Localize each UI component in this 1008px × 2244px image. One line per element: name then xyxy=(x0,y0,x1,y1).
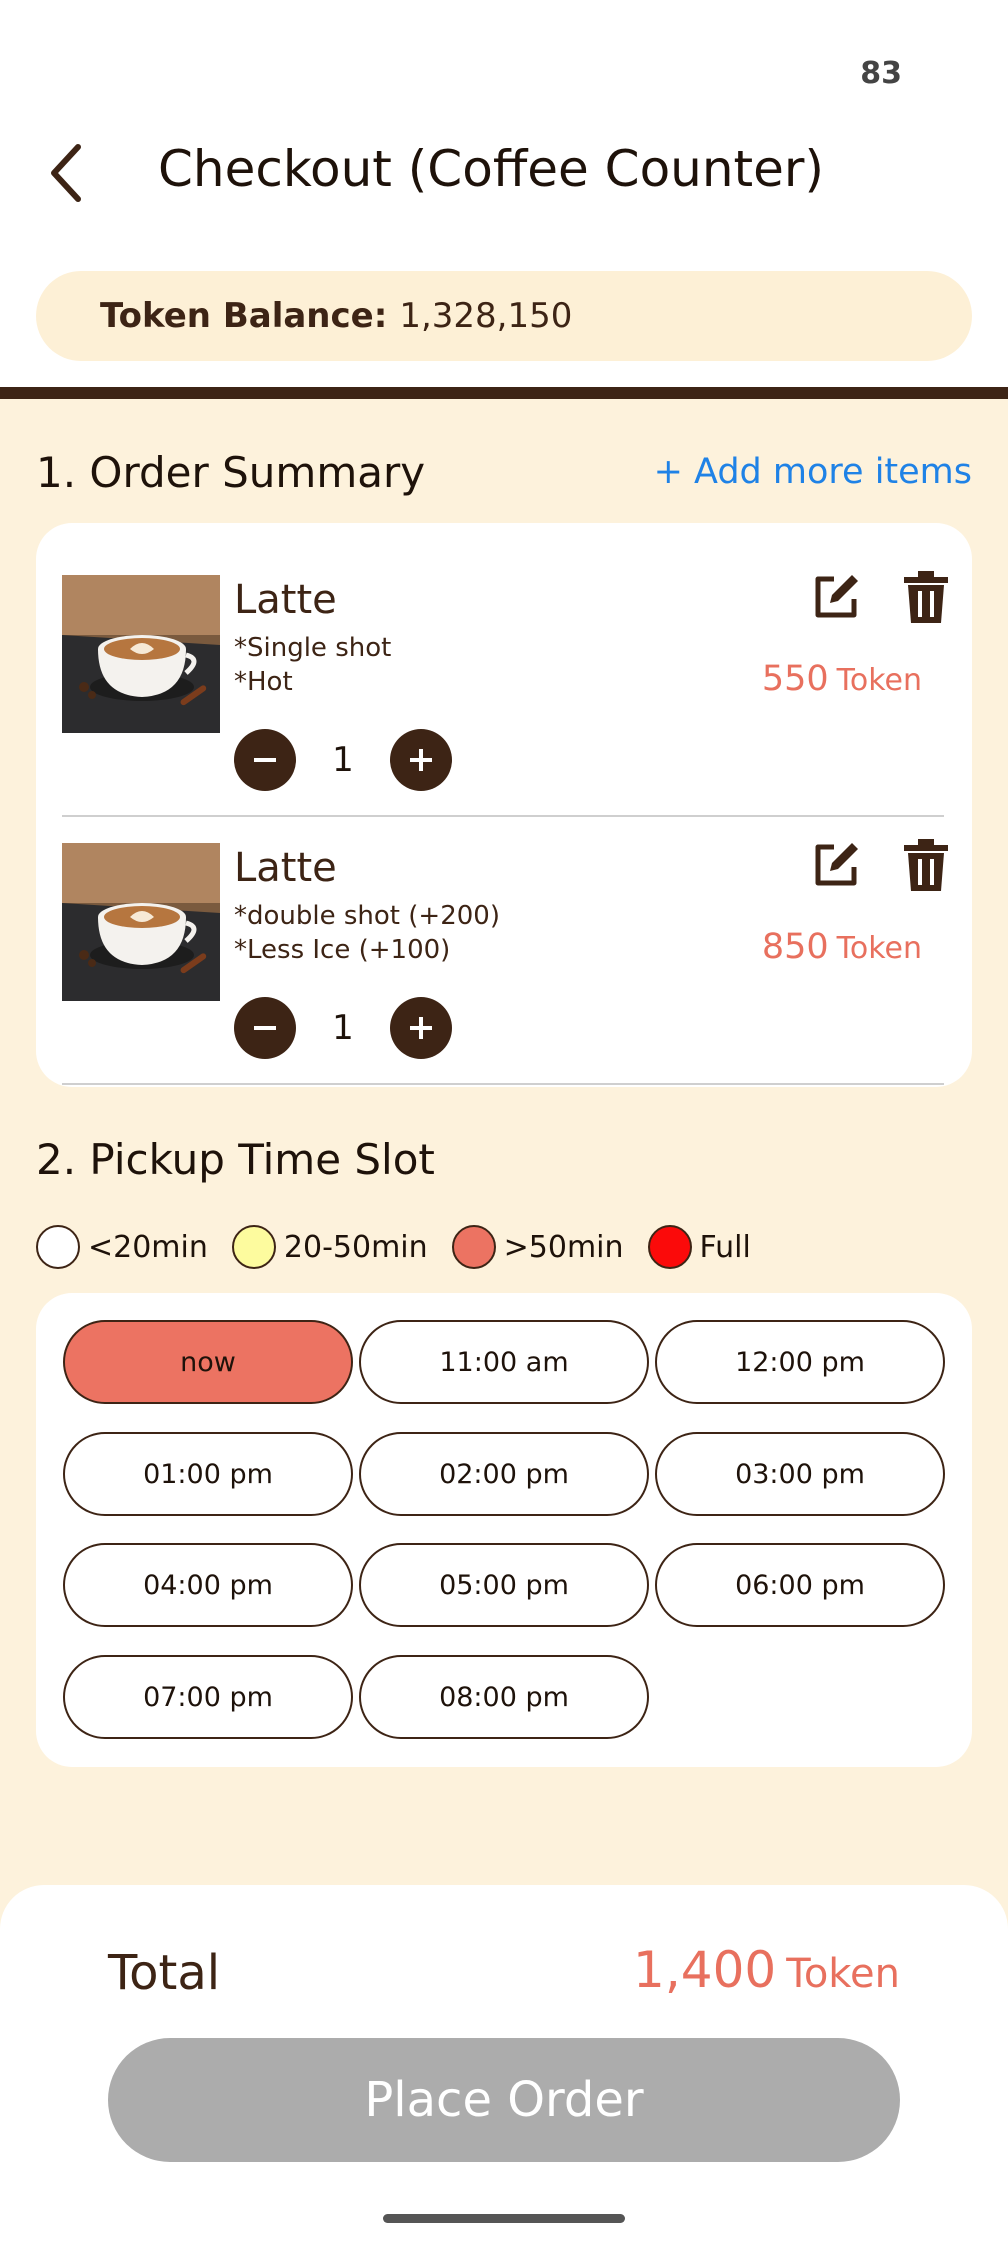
item-price-unit: Token xyxy=(836,931,922,966)
legend-dot xyxy=(647,1225,692,1269)
page-title: Checkout (Coffee Counter) xyxy=(158,140,824,198)
total-value: 1,400 Token xyxy=(633,1941,900,1999)
time-slot-now[interactable]: now xyxy=(63,1320,353,1404)
time-slot-0600pm[interactable]: 06:00 pm xyxy=(655,1543,945,1627)
time-slot-0400pm[interactable]: 04:00 pm xyxy=(63,1543,353,1627)
minus-icon xyxy=(254,1026,276,1030)
legend-dot xyxy=(231,1225,276,1269)
quantity-value: 1 xyxy=(332,1008,354,1048)
header-divider xyxy=(0,387,1008,399)
time-slot-0800pm[interactable]: 08:00 pm xyxy=(359,1655,649,1739)
home-indicator xyxy=(383,2214,625,2223)
item-price-unit: Token xyxy=(836,663,922,698)
order-item: Latte *Single shot *Hot 550 Token 1 xyxy=(62,549,948,817)
latte-image xyxy=(62,575,220,733)
order-summary-title: 1. Order Summary xyxy=(36,448,426,497)
latte-image xyxy=(62,843,220,1001)
chevron-left-icon xyxy=(51,144,81,202)
time-slot-0500pm[interactable]: 05:00 pm xyxy=(359,1543,649,1627)
time-slot-1100am[interactable]: 11:00 am xyxy=(359,1320,649,1404)
legend-item: <20min xyxy=(36,1225,208,1269)
time-slot-0700pm[interactable]: 07:00 pm xyxy=(63,1655,353,1739)
token-balance-label: Token Balance: xyxy=(100,296,388,336)
legend-label: >50min xyxy=(503,1229,624,1265)
item-price: 550 Token xyxy=(762,659,922,699)
status-battery: 83 xyxy=(860,56,902,91)
total-label: Total xyxy=(108,1945,221,2001)
pickup-time-title: 2. Pickup Time Slot xyxy=(36,1135,435,1184)
slot-legend: <20min 20-50min >50min Full xyxy=(36,1222,775,1272)
item-price-value: 850 xyxy=(761,927,829,967)
delete-item-button[interactable] xyxy=(900,837,952,893)
decrease-quantity-button[interactable] xyxy=(234,997,296,1059)
edit-item-button[interactable] xyxy=(808,837,864,893)
place-order-button[interactable]: Place Order xyxy=(108,2038,900,2162)
item-option: *Single shot xyxy=(234,633,392,663)
item-name: Latte xyxy=(234,845,337,891)
order-item: Latte *double shot (+200) *Less Ice (+10… xyxy=(62,817,948,1085)
plus-icon xyxy=(410,749,432,771)
time-slot-0100pm[interactable]: 01:00 pm xyxy=(63,1432,353,1516)
time-slot-1200pm[interactable]: 12:00 pm xyxy=(655,1320,945,1404)
minus-icon xyxy=(254,758,276,762)
back-button[interactable] xyxy=(36,138,96,208)
item-option: *double shot (+200) xyxy=(234,901,500,931)
legend-dot xyxy=(36,1225,80,1269)
time-slot-0300pm[interactable]: 03:00 pm xyxy=(655,1432,945,1516)
item-option: *Hot xyxy=(234,667,293,697)
legend-item: 20-50min xyxy=(231,1225,428,1269)
plus-icon xyxy=(410,1017,432,1039)
total-unit: Token xyxy=(786,1951,900,1997)
delete-item-button[interactable] xyxy=(900,569,952,625)
order-summary-card: Latte *Single shot *Hot 550 Token 1 Latt… xyxy=(36,523,972,1087)
legend-dot xyxy=(451,1225,496,1269)
legend-label: <20min xyxy=(88,1229,208,1265)
quantity-value: 1 xyxy=(332,740,354,780)
item-price-value: 550 xyxy=(761,659,829,699)
edit-icon xyxy=(815,843,858,886)
total-amount: 1,400 xyxy=(633,1941,777,1999)
item-name: Latte xyxy=(234,577,337,623)
edit-icon xyxy=(815,575,858,618)
top-header-area: 83 Checkout (Coffee Counter) Token Balan… xyxy=(0,0,1008,395)
edit-item-button[interactable] xyxy=(808,569,864,625)
legend-label: 20-50min xyxy=(283,1229,428,1265)
time-slot-0200pm[interactable]: 02:00 pm xyxy=(359,1432,649,1516)
legend-item: Full xyxy=(647,1225,751,1269)
trash-icon xyxy=(904,839,948,891)
add-more-items-link[interactable]: + Add more items xyxy=(654,452,972,492)
checkout-footer: Total 1,400 Token Place Order xyxy=(0,1885,1008,2244)
decrease-quantity-button[interactable] xyxy=(234,729,296,791)
item-option: *Less Ice (+100) xyxy=(234,935,451,965)
trash-icon xyxy=(904,571,948,623)
legend-label: Full xyxy=(699,1229,751,1265)
increase-quantity-button[interactable] xyxy=(390,997,452,1059)
token-balance-value: 1,328,150 xyxy=(399,296,573,336)
item-price: 850 Token xyxy=(762,927,922,967)
time-slots-card: now 11:00 am 12:00 pm 01:00 pm 02:00 pm … xyxy=(36,1293,972,1767)
increase-quantity-button[interactable] xyxy=(390,729,452,791)
legend-item: >50min xyxy=(451,1225,624,1269)
token-balance-bar: Token Balance: 1,328,150 xyxy=(36,271,972,361)
